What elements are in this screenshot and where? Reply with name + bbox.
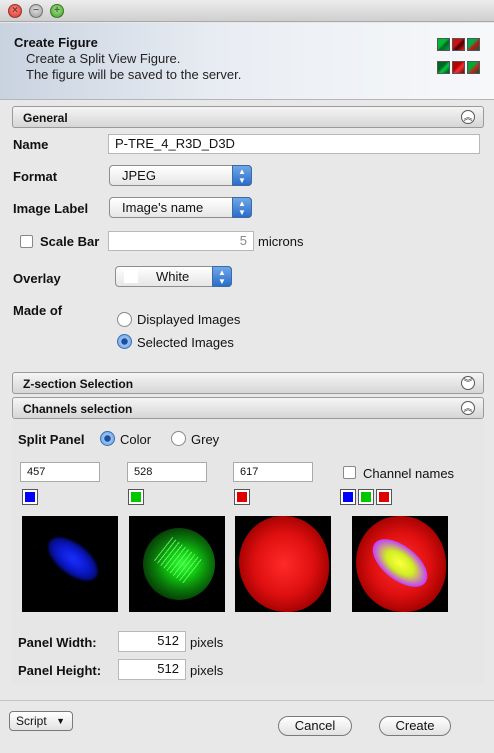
dropdown-triangle-icon: ▼ [56, 716, 65, 726]
minimize-window-button[interactable]: − [29, 4, 43, 18]
channel-names-checkbox[interactable] [343, 466, 356, 479]
create-button[interactable]: Create [379, 716, 451, 736]
displayed-images-label: Displayed Images [137, 312, 241, 327]
name-label: Name [13, 137, 49, 152]
grey-option-label: Grey [191, 432, 220, 447]
overlay-color-swatch [124, 270, 138, 283]
merged-thumbnail [352, 516, 448, 612]
format-select-value: JPEG [122, 168, 156, 183]
footer-divider [0, 700, 494, 701]
format-select[interactable]: JPEG ▲ ▼ [109, 165, 252, 186]
merged-channel-toggle[interactable] [358, 489, 374, 505]
displayed-images-radio[interactable] [117, 312, 132, 327]
collapse-chevron-up-icon[interactable]: ︽ [461, 401, 475, 415]
channel-color-toggle[interactable] [128, 489, 144, 505]
channel-names-label: Channel names [363, 466, 455, 481]
split-panel-label: Split Panel [18, 432, 85, 447]
select-arrows-icon: ▲ ▼ [232, 165, 252, 186]
channel-wavelength-field[interactable]: 457 [20, 462, 100, 482]
general-section-label: General [23, 111, 68, 125]
zoom-window-button[interactable]: + [50, 4, 64, 18]
dialog-subtitle-line2: The figure will be saved to the server. [26, 67, 242, 82]
scale-bar-field[interactable]: 5 [108, 231, 254, 251]
color-radio[interactable] [100, 431, 115, 446]
overlay-select[interactable]: White ▲ ▼ [115, 266, 232, 287]
grey-radio[interactable] [171, 431, 186, 446]
dialog-title: Create Figure [14, 35, 98, 50]
overlay-label: Overlay [13, 271, 61, 286]
color-option-label: Color [120, 432, 152, 447]
close-icon: × [12, 5, 18, 16]
dialog-subtitle-line1: Create a Split View Figure. [26, 51, 181, 66]
selected-images-radio[interactable] [117, 334, 132, 349]
script-menu-button[interactable]: Script ▼ [9, 711, 73, 731]
panel-width-field[interactable]: 512 [118, 631, 186, 652]
collapse-chevron-up-icon[interactable]: ︽ [461, 110, 475, 124]
image-label-label: Image Label [13, 201, 89, 216]
format-label: Format [13, 169, 58, 184]
zsection-section-header[interactable]: Z-section Selection ︾ [12, 372, 484, 394]
scale-bar-unit: microns [258, 234, 304, 249]
channel-color-toggle[interactable] [234, 489, 250, 505]
channels-section-label: Channels selection [23, 402, 133, 416]
channel-wavelength-field[interactable]: 617 [233, 462, 313, 482]
panel-height-label: Panel Height: [18, 663, 102, 678]
zsection-section-label: Z-section Selection [23, 377, 134, 391]
scale-bar-label: Scale Bar [40, 234, 100, 249]
channel-color-toggle[interactable] [22, 489, 38, 505]
panel-width-unit: pixels [190, 635, 224, 650]
name-field[interactable]: P-TRE_4_R3D_D3D [108, 134, 480, 154]
channel-617-thumbnail [235, 516, 331, 612]
channel-528-thumbnail [129, 516, 225, 612]
overlay-select-value: White [156, 269, 190, 284]
expand-chevron-down-icon[interactable]: ︾ [461, 376, 475, 390]
general-section-header[interactable]: General ︽ [12, 106, 484, 128]
dialog-header: Create Figure Create a Split View Figure… [0, 23, 494, 100]
panel-height-field[interactable]: 512 [118, 659, 186, 680]
split-view-figure-icon [437, 38, 481, 82]
close-window-button[interactable]: × [8, 4, 22, 18]
zoom-icon: + [54, 5, 60, 16]
channel-457-thumbnail [22, 516, 118, 612]
image-label-select-value: Image's name [122, 200, 204, 215]
window-titlebar: × − + [0, 0, 494, 22]
merged-channel-toggle[interactable] [340, 489, 356, 505]
select-arrows-icon: ▲ ▼ [212, 266, 232, 287]
made-of-label: Made of [13, 303, 63, 318]
cancel-button[interactable]: Cancel [278, 716, 352, 736]
select-arrows-icon: ▲ ▼ [232, 197, 252, 218]
merged-channel-toggle[interactable] [376, 489, 392, 505]
panel-height-unit: pixels [190, 663, 224, 678]
image-label-select[interactable]: Image's name ▲ ▼ [109, 197, 252, 218]
channels-section-header[interactable]: Channels selection ︽ [12, 397, 484, 419]
channel-wavelength-field[interactable]: 528 [127, 462, 207, 482]
scale-bar-checkbox[interactable] [20, 235, 33, 248]
selected-images-label: Selected Images [137, 335, 234, 350]
minimize-icon: − [33, 5, 39, 16]
script-button-label: Script [16, 714, 47, 728]
panel-width-label: Panel Width: [18, 635, 97, 650]
